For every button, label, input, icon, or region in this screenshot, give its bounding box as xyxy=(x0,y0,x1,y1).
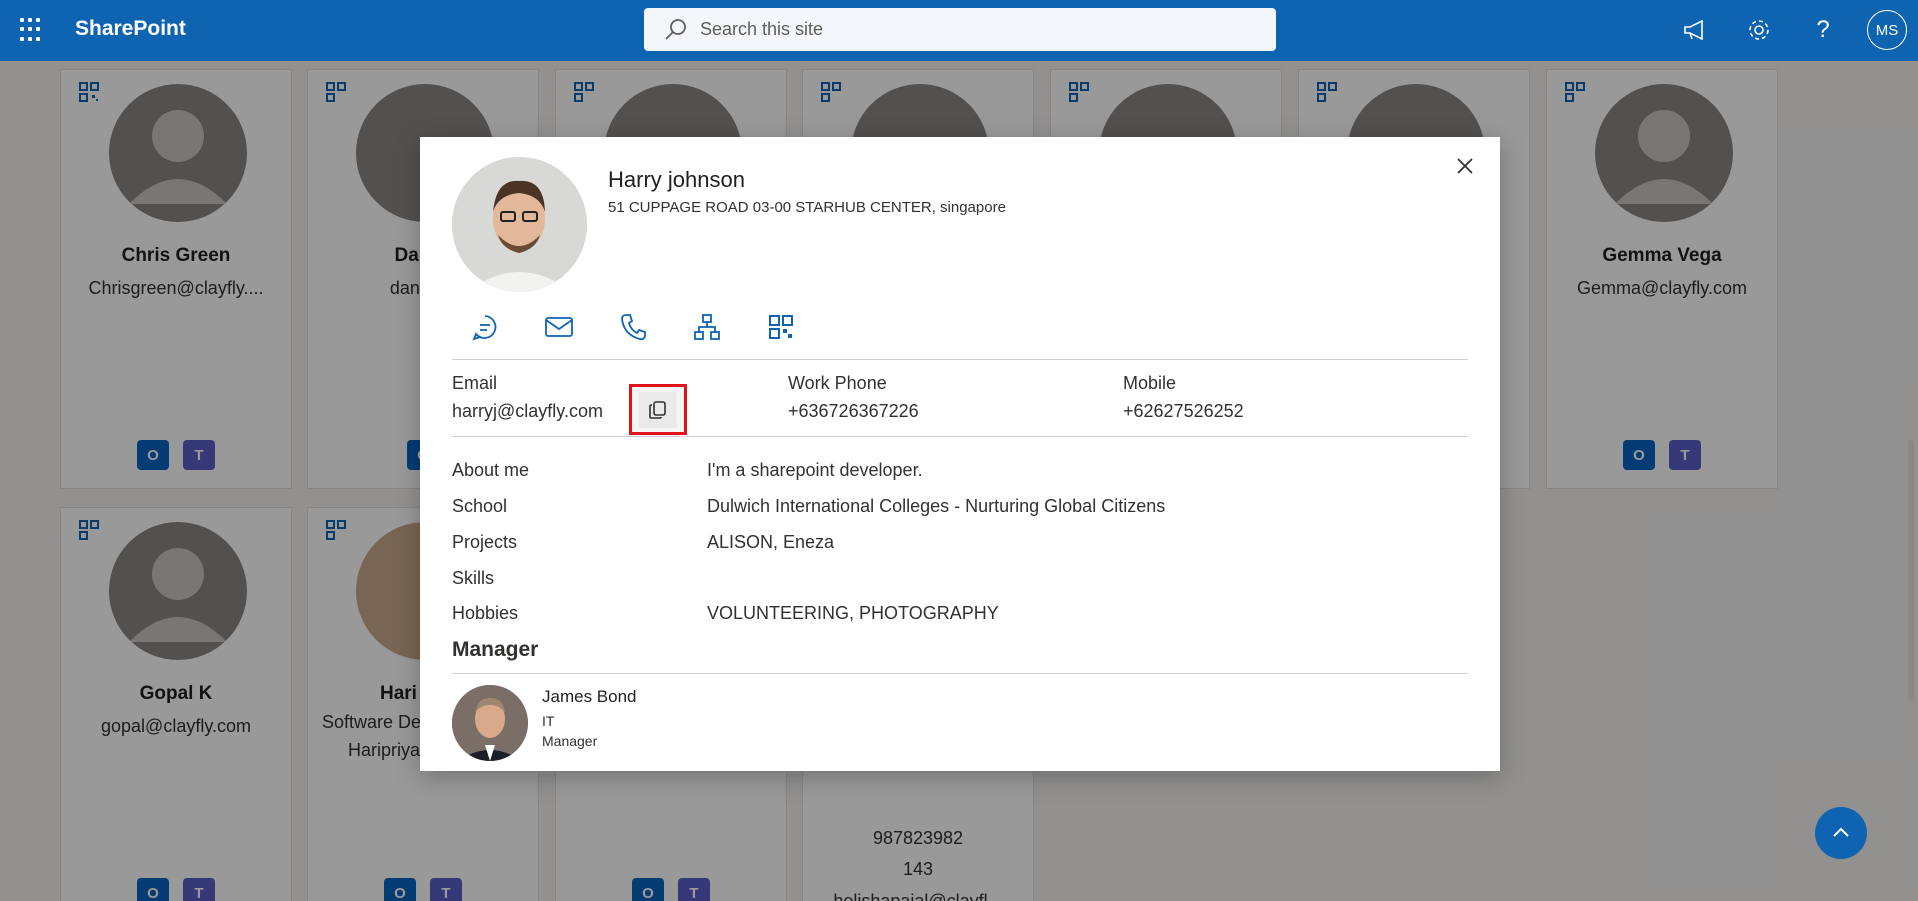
divider xyxy=(452,359,1468,360)
divider xyxy=(452,673,1468,674)
manager-photo[interactable] xyxy=(452,685,528,761)
hobbies-label: Hobbies xyxy=(452,603,519,623)
gear-icon[interactable] xyxy=(1744,15,1774,45)
projects-label: Projects xyxy=(452,532,518,552)
mail-icon xyxy=(545,317,573,337)
manager-name[interactable]: James Bond xyxy=(542,687,637,707)
call-button[interactable] xyxy=(618,312,648,342)
chat-button[interactable] xyxy=(470,312,500,342)
phone-icon xyxy=(621,314,646,341)
skills-label: Skills xyxy=(452,568,495,588)
action-bar xyxy=(470,312,796,342)
copy-icon xyxy=(649,400,666,419)
email-value[interactable]: harryj@clayfly.com xyxy=(452,401,603,422)
about-me-label: About me xyxy=(452,460,530,480)
qr-code-button[interactable] xyxy=(766,312,796,342)
close-icon xyxy=(1457,158,1473,174)
chevron-up-icon xyxy=(1833,827,1849,837)
chat-icon xyxy=(472,315,497,341)
work-phone-value[interactable]: +636726367226 xyxy=(788,401,919,422)
close-button[interactable] xyxy=(1450,151,1480,181)
profile-name: Harry johnson xyxy=(608,167,745,192)
search-input[interactable]: Search this site xyxy=(644,8,1276,51)
megaphone-icon[interactable] xyxy=(1680,15,1710,45)
manager-heading: Manager xyxy=(452,638,539,661)
mobile-label: Mobile xyxy=(1123,373,1177,393)
hobbies-value: VOLUNTEERING, PHOTOGRAPHY xyxy=(707,603,999,623)
email-button[interactable] xyxy=(544,312,574,342)
email-label: Email xyxy=(452,373,498,393)
search-icon xyxy=(665,18,686,40)
work-phone-label: Work Phone xyxy=(788,373,887,393)
user-avatar[interactable]: MS xyxy=(1867,10,1907,50)
school-label: School xyxy=(452,496,508,516)
divider xyxy=(452,436,1468,437)
profile-dialog: Harry johnson 51 CUPPAGE ROAD 03-00 STAR… xyxy=(420,137,1500,771)
mobile-value[interactable]: +62627526252 xyxy=(1123,401,1244,422)
copy-email-button[interactable] xyxy=(629,384,687,435)
projects-value: ALISON, Eneza xyxy=(707,532,835,552)
profile-address: 51 CUPPAGE ROAD 03-00 STARHUB CENTER, si… xyxy=(608,199,1006,216)
app-launcher-icon[interactable] xyxy=(20,18,44,42)
school-value: Dulwich International Colleges - Nurturi… xyxy=(707,496,1166,516)
org-chart-icon xyxy=(694,314,720,340)
scroll-to-top-button[interactable] xyxy=(1815,807,1867,859)
help-icon[interactable]: ? xyxy=(1808,15,1838,45)
profile-photo xyxy=(452,157,587,292)
scrollbar-thumb[interactable] xyxy=(1908,440,1914,700)
about-me-value: I'm a sharepoint developer. xyxy=(707,460,923,480)
org-chart-button[interactable] xyxy=(692,312,722,342)
manager-department: IT xyxy=(542,713,555,729)
qr-code-icon xyxy=(769,315,793,339)
suite-bar: SharePoint Search this site ? MS xyxy=(0,0,1918,61)
manager-title: Manager xyxy=(542,733,598,749)
app-name[interactable]: SharePoint xyxy=(75,17,186,41)
search-placeholder: Search this site xyxy=(700,19,824,39)
